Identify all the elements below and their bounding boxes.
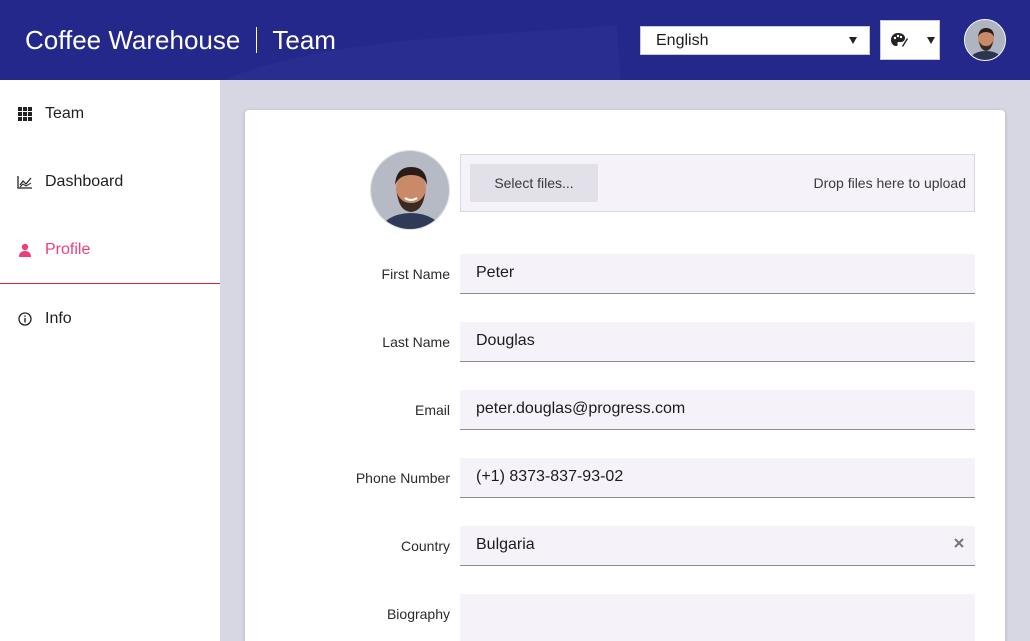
email-row: Email peter.douglas@progress.com [245, 390, 1005, 430]
section-title: Team [272, 24, 336, 55]
avatar-portrait [965, 20, 1005, 60]
sidebar-item-dashboard[interactable]: Dashboard [0, 148, 220, 216]
user-avatar[interactable] [964, 19, 1006, 61]
info-icon [17, 311, 33, 327]
biography-row: Biography [245, 594, 1005, 641]
clear-icon[interactable] [953, 537, 965, 549]
palette-icon [891, 33, 908, 47]
country-row: Country Bulgaria [245, 526, 1005, 566]
select-files-button[interactable]: Select files... [470, 164, 598, 202]
first-name-row: First Name Peter [245, 254, 1005, 294]
brand: Coffee Warehouse Team [25, 22, 336, 58]
app-header: Coffee Warehouse Team English [0, 0, 1030, 80]
language-dropdown[interactable]: English [640, 26, 870, 55]
sidebar-item-profile[interactable]: Profile [0, 216, 220, 284]
phone-field[interactable]: (+1) 8373-837-93-02 [460, 458, 975, 498]
sidebar-item-label: Team [45, 105, 85, 122]
phone-row: Phone Number (+1) 8373-837-93-02 [245, 458, 1005, 498]
sidebar-item-label: Profile [45, 240, 91, 258]
drop-zone-hint: Drop files here to upload [813, 175, 966, 191]
email-label: Email [414, 402, 450, 418]
sidebar-item-label: Dashboard [45, 173, 124, 190]
profile-card: Select files... Drop files here to uploa… [245, 110, 1005, 641]
first-name-label: First Name [381, 266, 450, 282]
app-title: Coffee Warehouse [25, 24, 241, 55]
last-name-field[interactable]: Douglas [460, 322, 975, 362]
title-separator [256, 27, 258, 53]
biography-editor[interactable] [460, 594, 975, 641]
caret-down-icon [927, 37, 935, 44]
profile-photo [370, 150, 450, 230]
user-icon [17, 242, 33, 258]
phone-label: Phone Number [355, 470, 450, 486]
chart-icon [17, 174, 33, 190]
sidebar-item-info[interactable]: Info [0, 285, 220, 353]
sidebar-item-team[interactable]: Team [0, 80, 220, 148]
first-name-field[interactable]: Peter [460, 254, 975, 294]
email-field[interactable]: peter.douglas@progress.com [460, 390, 975, 430]
country-label: Country [400, 538, 450, 554]
country-combobox[interactable]: Bulgaria [460, 526, 975, 566]
last-name-row: Last Name Douglas [245, 322, 1005, 362]
language-selected: English [656, 32, 709, 49]
theme-picker-button[interactable] [880, 20, 940, 60]
sidebar: Team Dashboard Profile Info [0, 80, 220, 641]
biography-label: Biography [386, 606, 450, 622]
country-value: Bulgaria [476, 536, 535, 553]
grid-icon [17, 106, 33, 122]
file-upload[interactable]: Select files... Drop files here to uploa… [460, 154, 975, 212]
last-name-label: Last Name [382, 334, 450, 350]
caret-down-icon [849, 37, 857, 44]
profile-portrait [371, 151, 449, 229]
sidebar-item-label: Info [45, 310, 72, 327]
